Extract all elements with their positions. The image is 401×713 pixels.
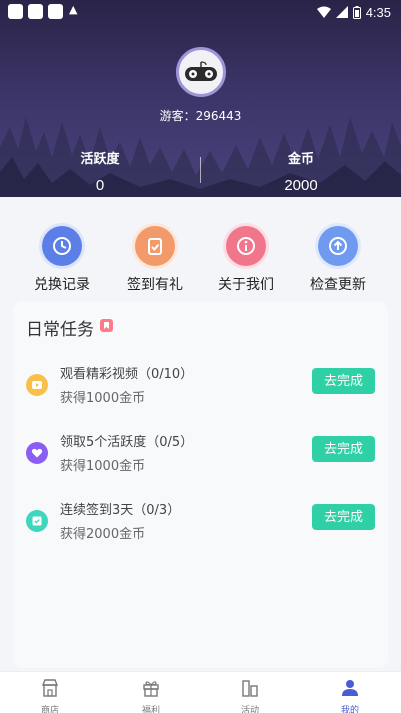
task-title: 观看精彩视频（0/10） [60, 367, 194, 382]
gift-icon [143, 681, 159, 697]
store-icon [41, 679, 59, 697]
complete-task-button[interactable]: 去完成 [312, 368, 375, 394]
activity-label: 活跃度 [80, 152, 120, 167]
upload-arrow-icon [318, 226, 358, 266]
exchange-records-label: 兑换记录 [34, 277, 90, 293]
notification-icon [8, 4, 23, 19]
wifi-icon [316, 6, 331, 18]
bottom-navigation: 商店 福利 活动 我的 [0, 671, 401, 713]
nav-store-label: 商店 [40, 706, 59, 713]
info-icon [226, 226, 266, 266]
task-title: 连续签到3天（0/3） [60, 503, 181, 518]
task-reward: 获得2000金币 [60, 527, 146, 542]
task-item: 观看精彩视频（0/10） 获得1000金币 去完成 [13, 359, 388, 409]
bell-icon: ▲ [69, 3, 78, 16]
about-us-label: 关于我们 [218, 277, 274, 293]
nav-mine[interactable]: 我的 [320, 678, 380, 713]
daily-tasks-card: 日常任务 观看精彩视频（0/10） 获得1000金币 去完成 领取5个活跃度（0… [13, 301, 388, 668]
signal-icon [335, 6, 348, 18]
nav-mine-label: 我的 [340, 706, 359, 713]
sign-in-reward-label: 签到有礼 [127, 277, 183, 293]
nav-activity[interactable]: 活动 [220, 678, 280, 713]
coins-label: 金币 [287, 152, 314, 167]
complete-task-button[interactable]: 去完成 [312, 436, 375, 462]
task-item: 连续签到3天（0/3） 获得2000金币 去完成 [13, 495, 388, 545]
sign-in-reward-button[interactable]: 签到有礼 [110, 222, 200, 294]
activity-value: 0 [95, 177, 105, 194]
status-bar: ▲ 4:35 [0, 0, 401, 24]
gamepad-icon [185, 61, 217, 81]
task-reward: 获得1000金币 [60, 391, 146, 406]
task-item: 领取5个活跃度（0/5） 获得1000金币 去完成 [13, 427, 388, 477]
clipboard-check-icon [135, 226, 175, 266]
activity-stat[interactable]: 活跃度 0 [0, 148, 200, 194]
nav-welfare-label: 福利 [141, 706, 160, 713]
coins-value: 2000 [284, 177, 318, 194]
battery-icon [352, 5, 361, 19]
complete-task-button[interactable]: 去完成 [312, 504, 375, 530]
card-title: 日常任务 [26, 320, 94, 340]
quick-actions: 兑换记录 签到有礼 关于我们 检查更新 [0, 222, 401, 294]
notification-icon [48, 4, 63, 19]
coins-stat[interactable]: 金币 2000 [201, 148, 401, 194]
exchange-records-button[interactable]: 兑换记录 [17, 222, 107, 294]
activity-icon [242, 680, 258, 697]
nav-activity-label: 活动 [240, 706, 259, 713]
bookmark-icon [100, 319, 113, 332]
about-us-button[interactable]: 关于我们 [201, 222, 291, 294]
clock-icon [42, 226, 82, 266]
task-title: 领取5个活跃度（0/5） [60, 435, 194, 450]
check-update-label: 检查更新 [310, 277, 366, 293]
calendar-check-icon [26, 510, 48, 532]
heart-icon [26, 442, 48, 464]
profile-header: ▲ 4:35 游客：296443 活跃度 0 金币 2000 [0, 0, 401, 197]
task-reward: 获得1000金币 [60, 459, 146, 474]
check-update-button[interactable]: 检查更新 [293, 222, 383, 294]
video-icon [26, 374, 48, 396]
nav-store[interactable]: 商店 [20, 678, 80, 713]
nav-welfare[interactable]: 福利 [121, 678, 181, 713]
guest-id: 游客：296443 [159, 109, 242, 123]
notification-icon [28, 4, 43, 19]
user-icon [342, 680, 358, 696]
clock-time: 4:35 [365, 4, 391, 20]
avatar[interactable] [176, 47, 226, 97]
